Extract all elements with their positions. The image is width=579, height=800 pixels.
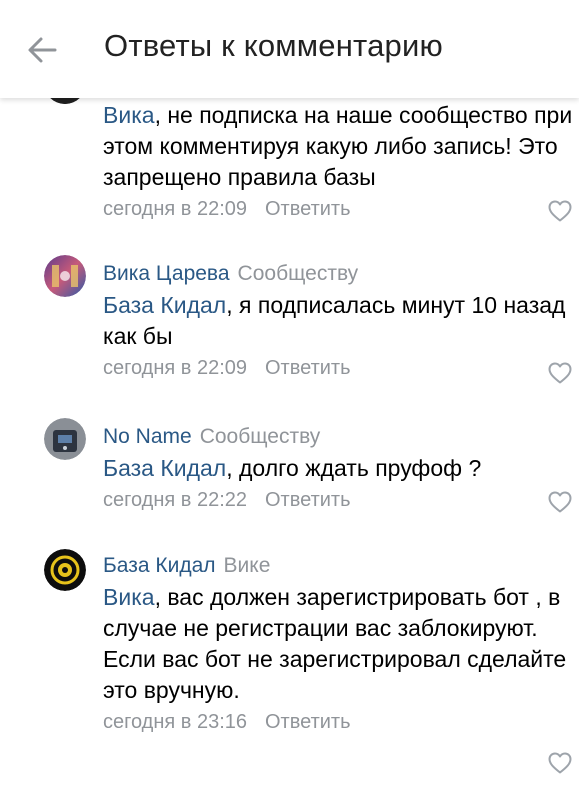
comment-text: Вика, вас должен зарегистрировать бот , … <box>103 582 573 706</box>
comment-body: , не подписка на наше сообщество при это… <box>103 102 573 190</box>
avatar[interactable] <box>44 549 86 591</box>
comment-time: сегодня в 22:09 <box>103 357 247 379</box>
page-title: Ответы к комментарию <box>104 28 443 63</box>
comment-header: No Name Сообществу <box>103 423 573 451</box>
comment-body: , вас должен зарегистрировать бот , в сл… <box>103 584 567 703</box>
reply-button[interactable]: Ответить <box>265 489 351 511</box>
app-header: Ответы к комментарию <box>0 0 579 98</box>
reply-button[interactable]: Ответить <box>265 198 351 220</box>
heart-outline-icon[interactable] <box>548 752 572 774</box>
mention-link[interactable]: База Кидал <box>103 292 226 318</box>
author-name[interactable]: Вика Царева <box>103 262 230 285</box>
mention-link[interactable]: База Кидал <box>103 455 226 481</box>
comment-time: сегодня в 22:09 <box>103 198 247 220</box>
comment-content: No Name Сообществу База Кидал, долго ждат… <box>103 423 573 513</box>
comment-meta: сегодня в 22:09 Ответить <box>103 355 573 381</box>
comment-header: Вика Царева Сообществу <box>103 260 573 288</box>
heart-outline-icon[interactable] <box>548 362 572 384</box>
heart-outline-icon[interactable] <box>548 491 572 513</box>
comment-content: База Кидал Вике Вика, вас должен зарегист… <box>103 552 573 735</box>
reply-to-label[interactable]: Вике <box>224 554 271 577</box>
comment-header: База Кидал Вике <box>103 552 573 580</box>
reply-to-label[interactable]: Сообществу <box>238 262 359 285</box>
author-name[interactable]: No Name <box>103 425 192 448</box>
comment-content: Вика, не подписка на наше сообщество при… <box>103 100 573 222</box>
avatar[interactable] <box>44 255 86 297</box>
reply-to-label[interactable]: Сообществу <box>200 425 321 448</box>
comment-list: Вика, не подписка на наше сообщество при… <box>0 0 579 800</box>
comment-body: , долго ждать пруфоф ? <box>226 455 482 481</box>
arrow-left-icon[interactable] <box>22 30 62 70</box>
avatar[interactable] <box>44 418 86 460</box>
mention-link[interactable]: Вика <box>103 102 155 128</box>
author-name[interactable]: База Кидал <box>103 554 216 577</box>
reply-button[interactable]: Ответить <box>265 711 351 733</box>
comment-time: сегодня в 23:16 <box>103 711 247 733</box>
heart-outline-icon[interactable] <box>548 200 572 222</box>
comment-text: База Кидал, я подписалась минут 10 назад… <box>103 290 573 352</box>
comment-time: сегодня в 22:22 <box>103 489 247 511</box>
comment-meta: сегодня в 23:16 Ответить <box>103 709 573 735</box>
comment-meta: сегодня в 22:09 Ответить <box>103 196 573 222</box>
comment-text: Вика, не подписка на наше сообщество при… <box>103 100 573 193</box>
comment-meta: сегодня в 22:22 Ответить <box>103 487 573 513</box>
mention-link[interactable]: Вика <box>103 584 155 610</box>
comment-text: База Кидал, долго ждать пруфоф ? <box>103 453 573 484</box>
comment-content: Вика Царева Сообществу База Кидал, я подп… <box>103 260 573 381</box>
reply-button[interactable]: Ответить <box>265 357 351 379</box>
